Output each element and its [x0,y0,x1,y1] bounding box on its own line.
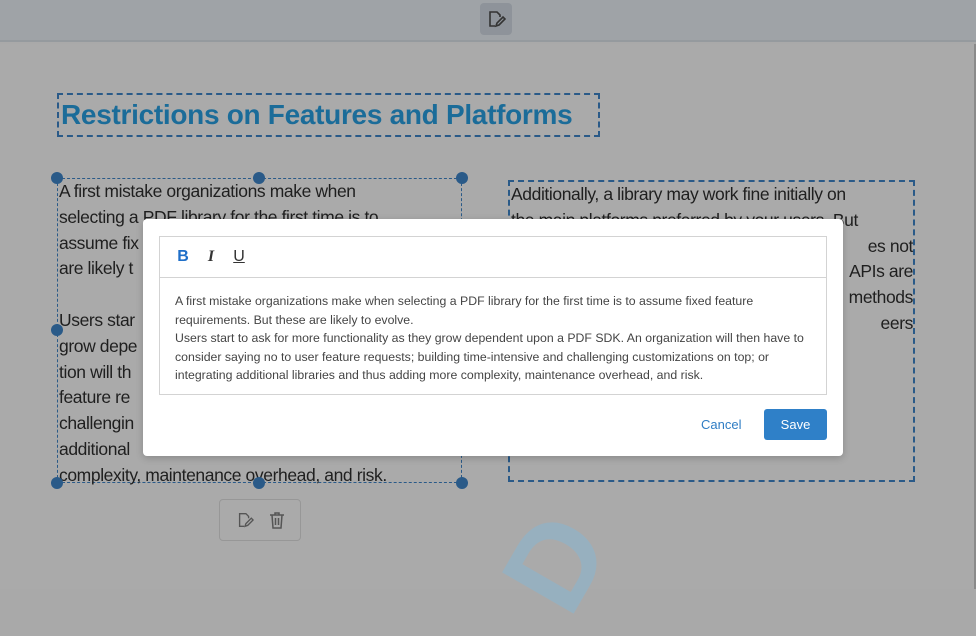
edit-icon[interactable] [236,511,254,529]
format-toolbar: B I U [160,237,826,278]
trash-icon[interactable] [269,511,285,529]
rich-text-editor: B I U A first mistake organizations make… [159,236,827,395]
edit-document-icon [489,11,506,28]
paragraph: A first mistake organizations make when … [175,294,754,327]
resize-handle[interactable] [456,477,468,489]
editor-content[interactable]: A first mistake organizations make when … [160,278,826,399]
edit-document-button[interactable] [480,3,512,35]
resize-handle[interactable] [51,324,63,336]
resize-handle[interactable] [456,172,468,184]
resize-handle[interactable] [51,477,63,489]
italic-button[interactable]: I [204,248,218,266]
underline-button[interactable]: U [232,248,246,266]
text-line: Additionally, a library may work fine in… [511,184,846,204]
top-toolbar [0,0,976,42]
bold-button[interactable]: B [176,248,190,266]
resize-handle[interactable] [253,477,265,489]
heading-block[interactable]: Restrictions on Features and Platforms [57,93,600,137]
resize-handle[interactable] [51,172,63,184]
block-toolbar [219,499,301,541]
edit-text-modal: B I U A first mistake organizations make… [143,219,843,456]
cancel-button[interactable]: Cancel [701,417,741,432]
save-button[interactable]: Save [764,409,827,440]
paragraph: Users start to ask for more functionalit… [175,331,804,382]
resize-handle[interactable] [253,172,265,184]
